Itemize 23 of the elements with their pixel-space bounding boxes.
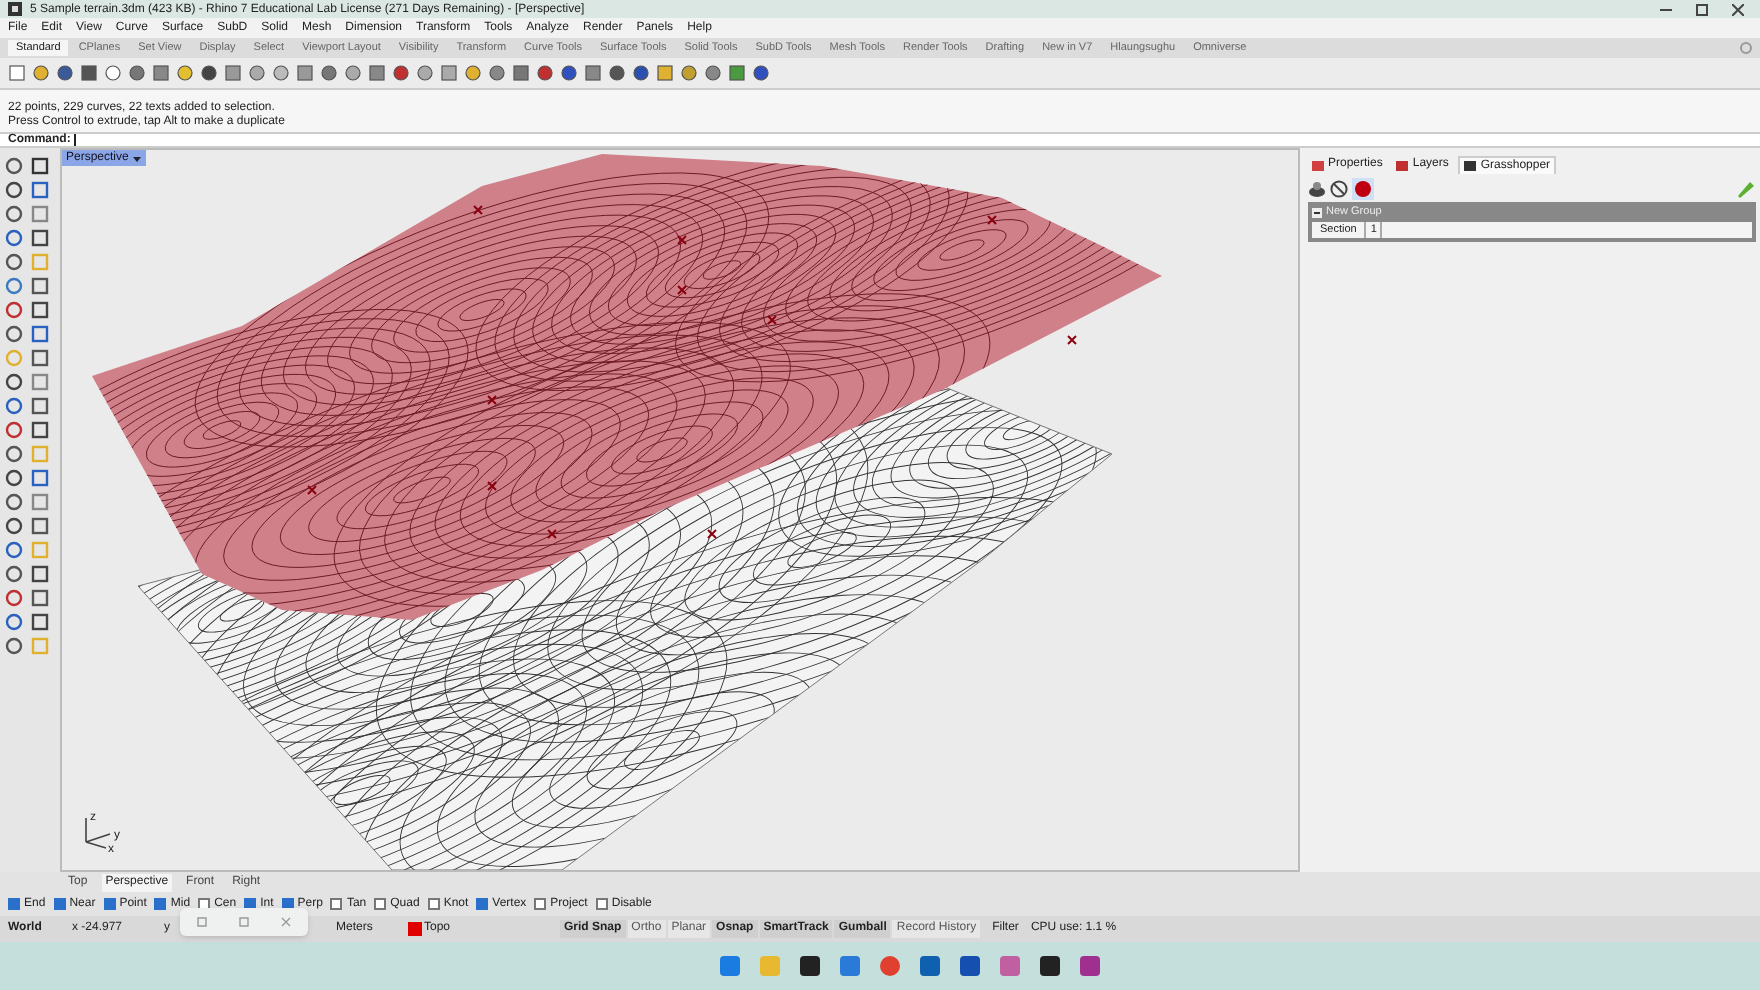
- minimize-icon[interactable]: [1660, 3, 1672, 15]
- checkbox[interactable]: [534, 898, 547, 910]
- checkbox[interactable]: [330, 898, 343, 910]
- checkbox[interactable]: [8, 898, 20, 910]
- taskbar-app-icon[interactable]: [958, 954, 982, 978]
- restore-icon[interactable]: [1696, 3, 1708, 15]
- checkbox[interactable]: [154, 898, 167, 910]
- tab-icon: [1396, 159, 1409, 171]
- caret-icon[interactable]: [132, 153, 143, 163]
- collapse-icon[interactable]: [1312, 208, 1322, 218]
- checkbox[interactable]: [103, 898, 116, 910]
- close-icon[interactable]: [1732, 3, 1744, 15]
- checkbox[interactable]: [53, 898, 66, 910]
- taskbar-app-icon[interactable]: [1038, 954, 1062, 978]
- checkbox[interactable]: [595, 898, 608, 910]
- render-sphere-icon[interactable]: [1352, 177, 1374, 199]
- no-sign-icon[interactable]: [1330, 179, 1348, 197]
- checkbox[interactable]: [374, 898, 387, 910]
- checkbox[interactable]: [427, 898, 440, 910]
- tab-icon: [1312, 159, 1324, 171]
- taskbar-app-icon[interactable]: [798, 954, 822, 978]
- checkbox[interactable]: [476, 898, 489, 910]
- tab-icon: [1464, 160, 1477, 172]
